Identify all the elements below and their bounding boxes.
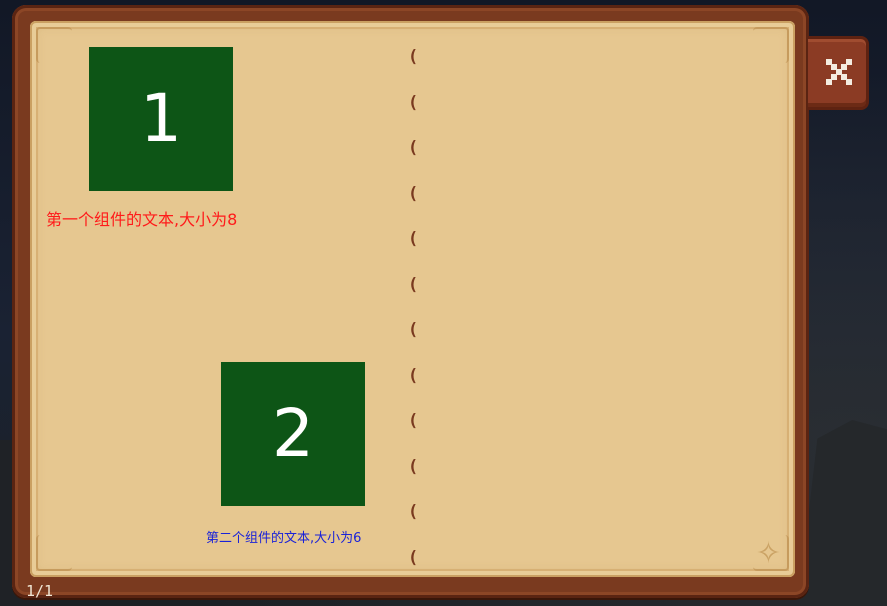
tile-number: 2 (272, 395, 314, 472)
star-ornament-icon: ✧ (755, 536, 781, 571)
page-indicator: 1/1 (26, 582, 54, 600)
page-corner-decoration (36, 535, 72, 571)
component-tile-2[interactable]: 2 (221, 362, 365, 506)
spine-stitch: ( (408, 184, 419, 204)
close-button[interactable] (808, 36, 869, 110)
component-tile-1[interactable]: 1 (89, 47, 233, 191)
spine-stitch: ( (408, 366, 419, 386)
page-corner-decoration (36, 27, 72, 63)
component-caption-2: 第二个组件的文本,大小为6 (206, 531, 362, 546)
spine-stitch: ( (408, 275, 419, 295)
spine-stitch: ( (408, 457, 419, 477)
spine-stitch: ( (408, 411, 419, 431)
game-scene: ✧ ( ( ( ( ( ( ( ( ( ( ( ( 1 第一个组件的文本,大小为8 2 第二个组件的文… (0, 0, 887, 606)
spine-stitch: ( (408, 138, 419, 158)
book-spine: ( ( ( ( ( ( ( ( ( ( ( ( (408, 47, 419, 567)
spine-stitch: ( (408, 502, 419, 522)
background-rock (800, 420, 887, 606)
spine-stitch: ( (408, 93, 419, 113)
spine-stitch: ( (408, 548, 419, 568)
tile-number: 1 (140, 80, 182, 157)
close-icon (826, 59, 852, 85)
spine-stitch: ( (408, 229, 419, 249)
spine-stitch: ( (408, 47, 419, 67)
page-corner-decoration (753, 27, 789, 63)
component-caption-1: 第一个组件的文本,大小为8 (46, 210, 238, 229)
spine-stitch: ( (408, 320, 419, 340)
